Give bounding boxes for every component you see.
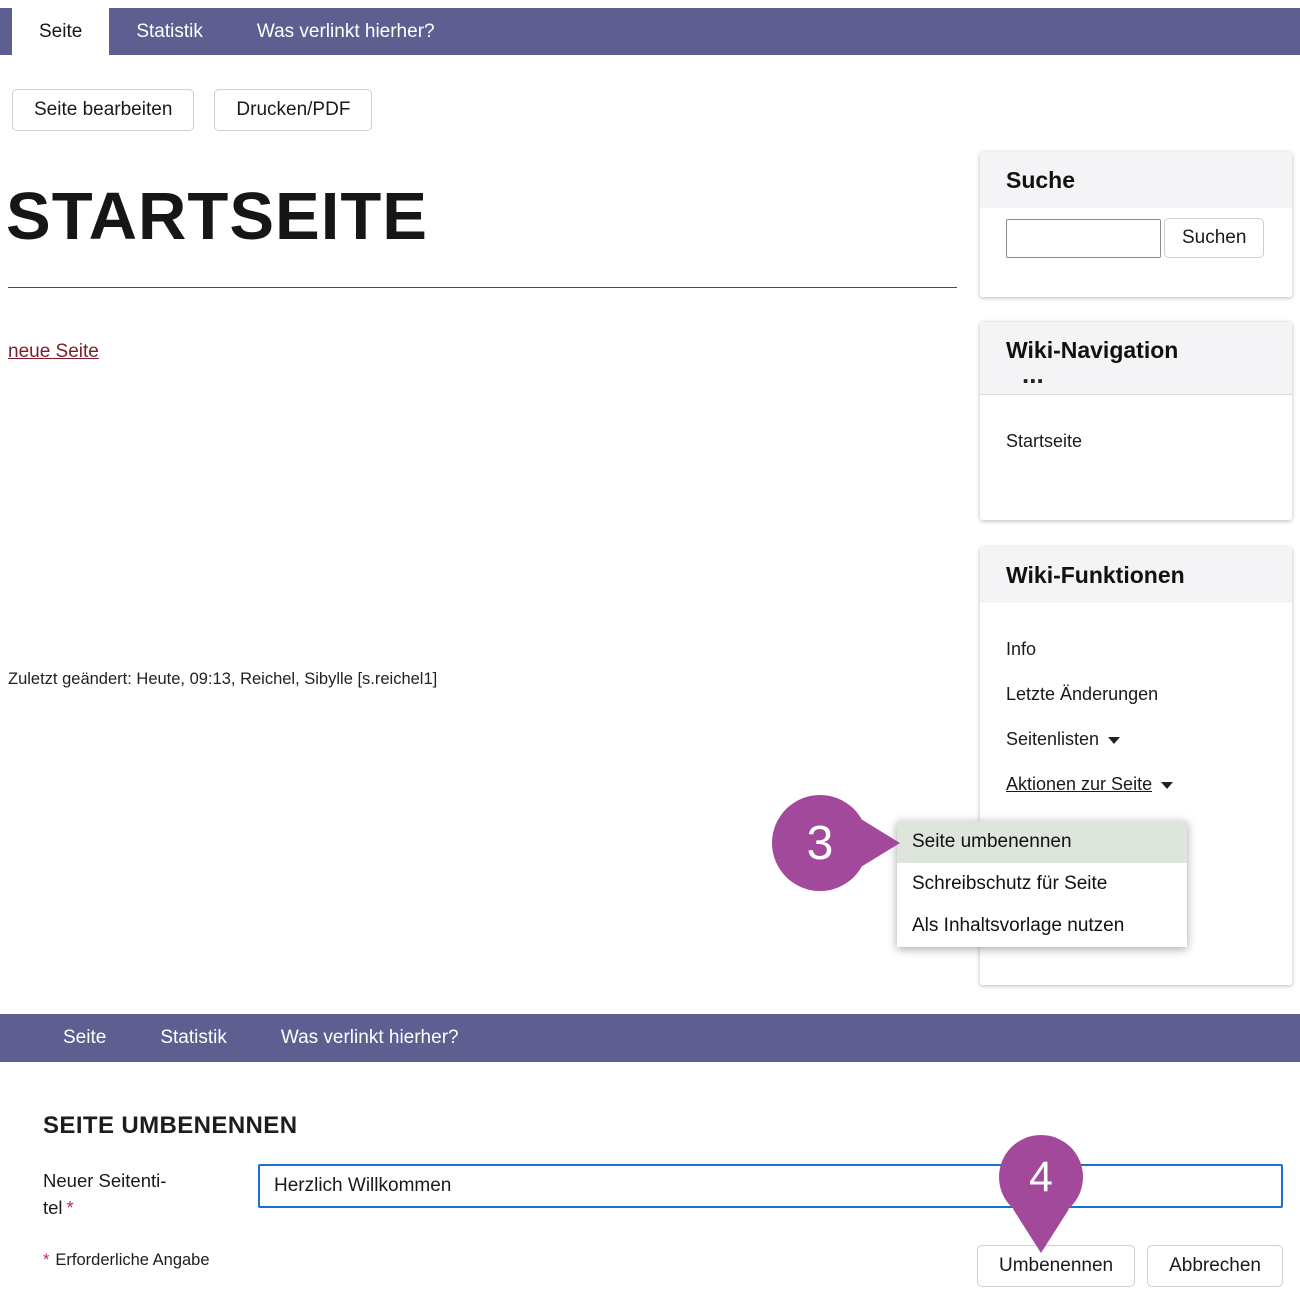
- navigation-expand-toggle[interactable]: ...: [980, 364, 1292, 394]
- wiki-navigation-box: Wiki-Navigation ... Startseite: [980, 322, 1292, 520]
- rename-cancel-button[interactable]: Abbrechen: [1147, 1245, 1283, 1287]
- wiki-page: Seite Statistik Was verlinkt hierher? Se…: [0, 0, 1300, 1300]
- function-item-seitenlisten[interactable]: Seitenlisten: [980, 717, 1292, 762]
- title-divider: [8, 287, 957, 288]
- search-box: Suche Suchen: [980, 152, 1292, 297]
- field-label-line1: Neuer Seitenti-: [43, 1170, 166, 1191]
- wiki-navigation-title: Wiki-Navigation: [980, 322, 1292, 364]
- annotation-number: 3: [772, 795, 868, 891]
- annotation-tail-down: [1013, 1209, 1069, 1253]
- last-changed-text: Zuletzt geändert: Heute, 09:13, Reichel,…: [8, 670, 437, 689]
- wiki-functions-title: Wiki-Funktionen: [980, 547, 1292, 603]
- function-item-letzte-aenderungen[interactable]: Letzte Änderungen: [980, 672, 1292, 717]
- tab-statistik[interactable]: Statistik: [109, 8, 230, 55]
- new-title-input[interactable]: [258, 1164, 1283, 1208]
- function-item-info[interactable]: Info: [980, 627, 1292, 672]
- page-toolbar: Seite bearbeiten Drucken/PDF: [12, 89, 372, 131]
- tab-seite[interactable]: Seite: [12, 8, 109, 55]
- print-pdf-button[interactable]: Drucken/PDF: [214, 89, 372, 131]
- chevron-down-icon: [1161, 782, 1173, 789]
- required-note: * Erforderliche Angabe: [43, 1251, 210, 1270]
- page-title: STARTSEITE: [6, 178, 428, 255]
- tab-was-verlinkt-hierher[interactable]: Was verlinkt hierher?: [230, 8, 462, 55]
- tab-statistik-bottom[interactable]: Statistik: [133, 1014, 254, 1062]
- required-note-text: Erforderliche Angabe: [55, 1251, 209, 1269]
- function-item-label: Seitenlisten: [1006, 729, 1099, 749]
- wiki-functions-list: Info Letzte Änderungen Seitenlisten Akti…: [980, 603, 1292, 807]
- required-marker: *: [67, 1197, 74, 1218]
- tab-was-verlinkt-hierher-bottom[interactable]: Was verlinkt hierher?: [254, 1014, 486, 1062]
- new-page-link[interactable]: neue Seite: [8, 341, 99, 363]
- required-marker: *: [43, 1251, 49, 1269]
- top-tabbar: Seite Statistik Was verlinkt hierher?: [0, 8, 1300, 55]
- edit-page-button[interactable]: Seite bearbeiten: [12, 89, 194, 131]
- tab-seite-bottom[interactable]: Seite: [36, 1014, 133, 1062]
- field-label-line2: tel: [43, 1197, 63, 1218]
- chevron-down-icon: [1108, 737, 1120, 744]
- navigation-item-startseite[interactable]: Startseite: [980, 395, 1292, 464]
- search-input[interactable]: [1006, 219, 1161, 258]
- menu-item-inhaltsvorlage[interactable]: Als Inhaltsvorlage nutzen: [897, 905, 1187, 947]
- annotation-number: 4: [999, 1135, 1083, 1219]
- search-box-title: Suche: [980, 152, 1292, 208]
- new-title-field-label: Neuer Seitenti-tel*: [43, 1168, 223, 1222]
- function-item-aktionen-zur-seite[interactable]: Aktionen zur Seite: [980, 762, 1292, 807]
- annotation-step-3: 3: [772, 795, 912, 891]
- menu-item-schreibschutz[interactable]: Schreibschutz für Seite: [897, 863, 1187, 905]
- annotation-tail-right: [856, 816, 900, 870]
- page-actions-menu: Seite umbenennen Schreibschutz für Seite…: [897, 821, 1187, 947]
- annotation-step-4: 4: [999, 1135, 1083, 1255]
- menu-item-seite-umbenennen[interactable]: Seite umbenennen: [897, 821, 1187, 863]
- bottom-tabbar: Seite Statistik Was verlinkt hierher?: [0, 1014, 1300, 1062]
- search-button[interactable]: Suchen: [1164, 218, 1264, 258]
- function-item-label: Aktionen zur Seite: [1006, 774, 1152, 794]
- rename-section-title: SEITE UMBENENNEN: [43, 1112, 297, 1140]
